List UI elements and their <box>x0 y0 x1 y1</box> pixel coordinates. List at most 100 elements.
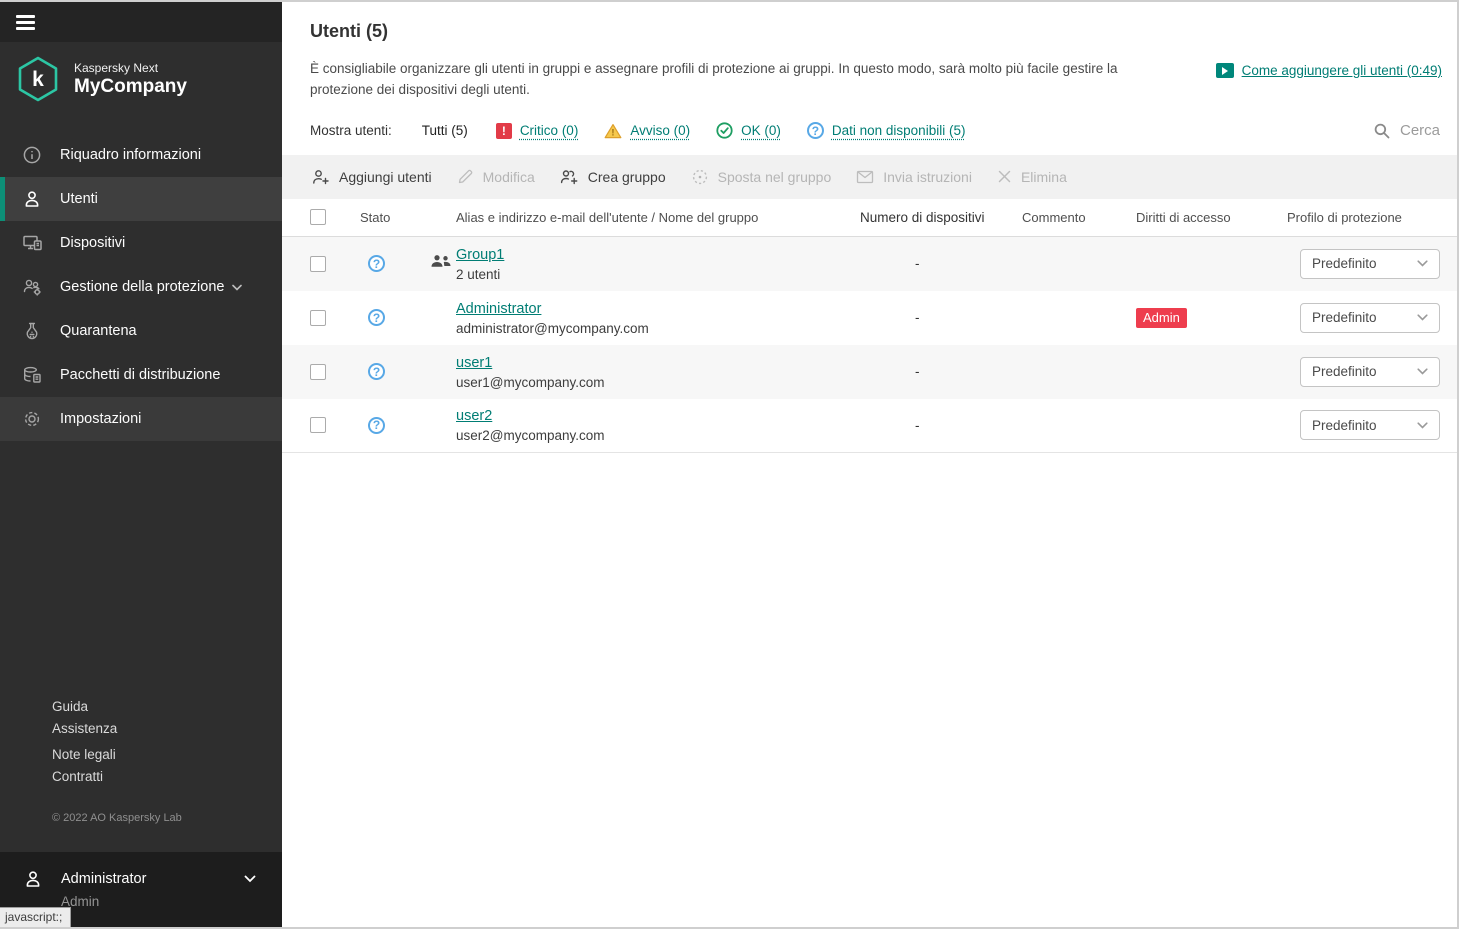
group-name-link[interactable]: Group1 <box>456 247 504 263</box>
select-value: Predefinito <box>1312 364 1377 380</box>
brand-product: Kaspersky Next <box>74 60 159 75</box>
account-row[interactable]: Administrator <box>22 869 256 889</box>
protection-icon <box>21 277 43 297</box>
column-profilo: Profilo di protezione <box>1287 209 1402 225</box>
user-email: user2@mycompany.com <box>456 428 605 444</box>
filter-link-label: Avviso (0) <box>630 123 691 139</box>
search-icon <box>1373 122 1391 140</box>
user-name-link[interactable]: user1 <box>456 355 492 371</box>
status-unknown-icon: ? <box>368 309 385 327</box>
select-value: Predefinito <box>1312 256 1377 272</box>
delete-button[interactable]: Elimina <box>997 169 1067 185</box>
user-name-link[interactable]: Administrator <box>456 301 541 317</box>
select-value: Predefinito <box>1312 310 1377 326</box>
row-checkbox[interactable] <box>310 417 326 434</box>
toolbar-button-label: Elimina <box>1020 168 1067 185</box>
chevron-down-icon <box>232 284 243 291</box>
row-checkbox[interactable] <box>310 309 326 326</box>
sidebar-nav: Riquadro informazioni Utenti Dispositivi… <box>0 133 282 441</box>
how-to-add-users-link[interactable]: Come aggiungere gli utenti (0:49) <box>1215 63 1442 78</box>
protection-profile-select[interactable]: Predefinito <box>1300 356 1440 387</box>
search-label: Cerca <box>1399 122 1440 140</box>
account-name: Administrator <box>61 871 147 887</box>
column-stato: Stato <box>360 209 391 225</box>
filter-link-label: Critico (0) <box>519 123 579 139</box>
kaspersky-hexagon-icon: k <box>18 56 58 102</box>
edit-button[interactable]: Modifica <box>457 168 535 185</box>
link-assistenza[interactable]: Assistenza <box>52 718 282 740</box>
row-checkbox[interactable] <box>310 363 326 380</box>
link-guida[interactable]: Guida <box>52 696 282 718</box>
table-row-user1: ? user1 user1@mycompany.com - Predefinit… <box>282 344 1457 399</box>
select-all-checkbox[interactable] <box>310 209 326 226</box>
status-unknown-icon: ? <box>368 363 385 381</box>
link-contratti[interactable]: Contratti <box>52 766 282 788</box>
account-user-icon <box>22 869 44 889</box>
protection-profile-select[interactable]: Predefinito <box>1300 248 1440 279</box>
toolbar-button-label: Invia istruzioni <box>883 168 972 185</box>
table-header: Stato Alias e indirizzo e-mail dell'uten… <box>282 199 1457 237</box>
create-group-button[interactable]: Crea gruppo <box>560 168 666 186</box>
filter-label: Mostra utenti: <box>310 123 392 139</box>
sidebar-item-gestione-della-protezione[interactable]: Gestione della protezione <box>0 265 282 309</box>
link-note-legali[interactable]: Note legali <box>52 744 282 766</box>
user-name-link[interactable]: user2 <box>456 408 492 424</box>
filter-critico[interactable]: ! Critico (0) <box>495 122 579 139</box>
device-count: - <box>915 256 920 272</box>
table-row-administrator: ? Administrator administrator@mycompany.… <box>282 291 1457 345</box>
sidebar-item-riquadro-informazioni[interactable]: Riquadro informazioni <box>0 133 282 177</box>
device-count: - <box>915 310 920 326</box>
sidebar-item-impostazioni[interactable]: Impostazioni <box>0 397 282 441</box>
users-table: Stato Alias e indirizzo e-mail dell'uten… <box>282 199 1457 453</box>
group-icon <box>430 254 452 270</box>
svg-text:k: k <box>32 68 44 91</box>
sidebar-item-utenti[interactable]: Utenti <box>0 177 282 221</box>
packages-icon <box>21 365 43 385</box>
sidebar-item-label: Utenti <box>60 191 98 207</box>
copyright-text: © 2022 AO Kaspersky Lab <box>52 812 182 824</box>
sidebar: k Kaspersky Next MyCompany Riquadro info… <box>0 2 282 927</box>
chevron-down-icon <box>244 875 256 883</box>
protection-profile-select[interactable]: Predefinito <box>1300 410 1440 441</box>
sidebar-item-label: Quarantena <box>60 323 137 339</box>
send-instructions-button[interactable]: Invia istruzioni <box>856 169 972 185</box>
quarantine-icon <box>21 321 43 341</box>
sidebar-item-dispositivi[interactable]: Dispositivi <box>0 221 282 265</box>
question-icon: ? <box>806 122 824 140</box>
group-subtext: 2 utenti <box>456 266 501 282</box>
settings-icon <box>21 409 43 429</box>
app-window: k Kaspersky Next MyCompany Riquadro info… <box>0 0 1459 929</box>
search-control[interactable]: Cerca <box>1373 122 1440 140</box>
filter-all[interactable]: Tutti (5) <box>422 123 468 138</box>
add-users-button[interactable]: Aggiungi utenti <box>312 168 432 186</box>
hamburger-menu-icon[interactable] <box>16 14 35 30</box>
video-play-icon <box>1215 63 1234 78</box>
table-row-group1: ? Group1 2 utenti - Predefinito <box>282 236 1457 291</box>
toolbar-button-label: Aggiungi utenti <box>339 168 432 185</box>
user-email: user1@mycompany.com <box>456 374 605 390</box>
sidebar-item-label: Gestione della protezione <box>60 279 225 295</box>
sidebar-footer-links: Guida Assistenza Note legali Contratti <box>0 696 282 788</box>
page-title: Utenti (5) <box>310 21 388 41</box>
column-alias: Alias e indirizzo e-mail dell'utente / N… <box>456 209 759 225</box>
chevron-down-icon <box>1417 260 1428 267</box>
user-plus-icon <box>313 169 329 185</box>
filter-link-label: Dati non disponibili (5) <box>831 123 966 139</box>
filter-link-label: OK (0) <box>741 123 781 139</box>
filter-dati-non-disponibili[interactable]: ? Dati non disponibili (5) <box>806 122 966 140</box>
account-role: Admin <box>61 894 100 909</box>
brand-company: MyCompany <box>74 75 187 97</box>
device-count: - <box>915 364 920 380</box>
protection-profile-select[interactable]: Predefinito <box>1300 302 1440 333</box>
filter-ok[interactable]: OK (0) <box>716 122 781 139</box>
filter-avviso[interactable]: ! Avviso (0) <box>604 123 690 139</box>
toolbar-button-label: Sposta nel gruppo <box>717 168 832 185</box>
sidebar-item-quarantena[interactable]: Quarantena <box>0 309 282 353</box>
info-icon <box>21 145 43 165</box>
row-checkbox[interactable] <box>310 255 326 272</box>
sidebar-item-pacchetti-di-distribuzione[interactable]: Pacchetti di distribuzione <box>0 353 282 397</box>
pencil-icon <box>458 170 472 184</box>
devices-icon <box>21 233 43 253</box>
move-to-group-button[interactable]: Sposta nel gruppo <box>691 168 832 186</box>
